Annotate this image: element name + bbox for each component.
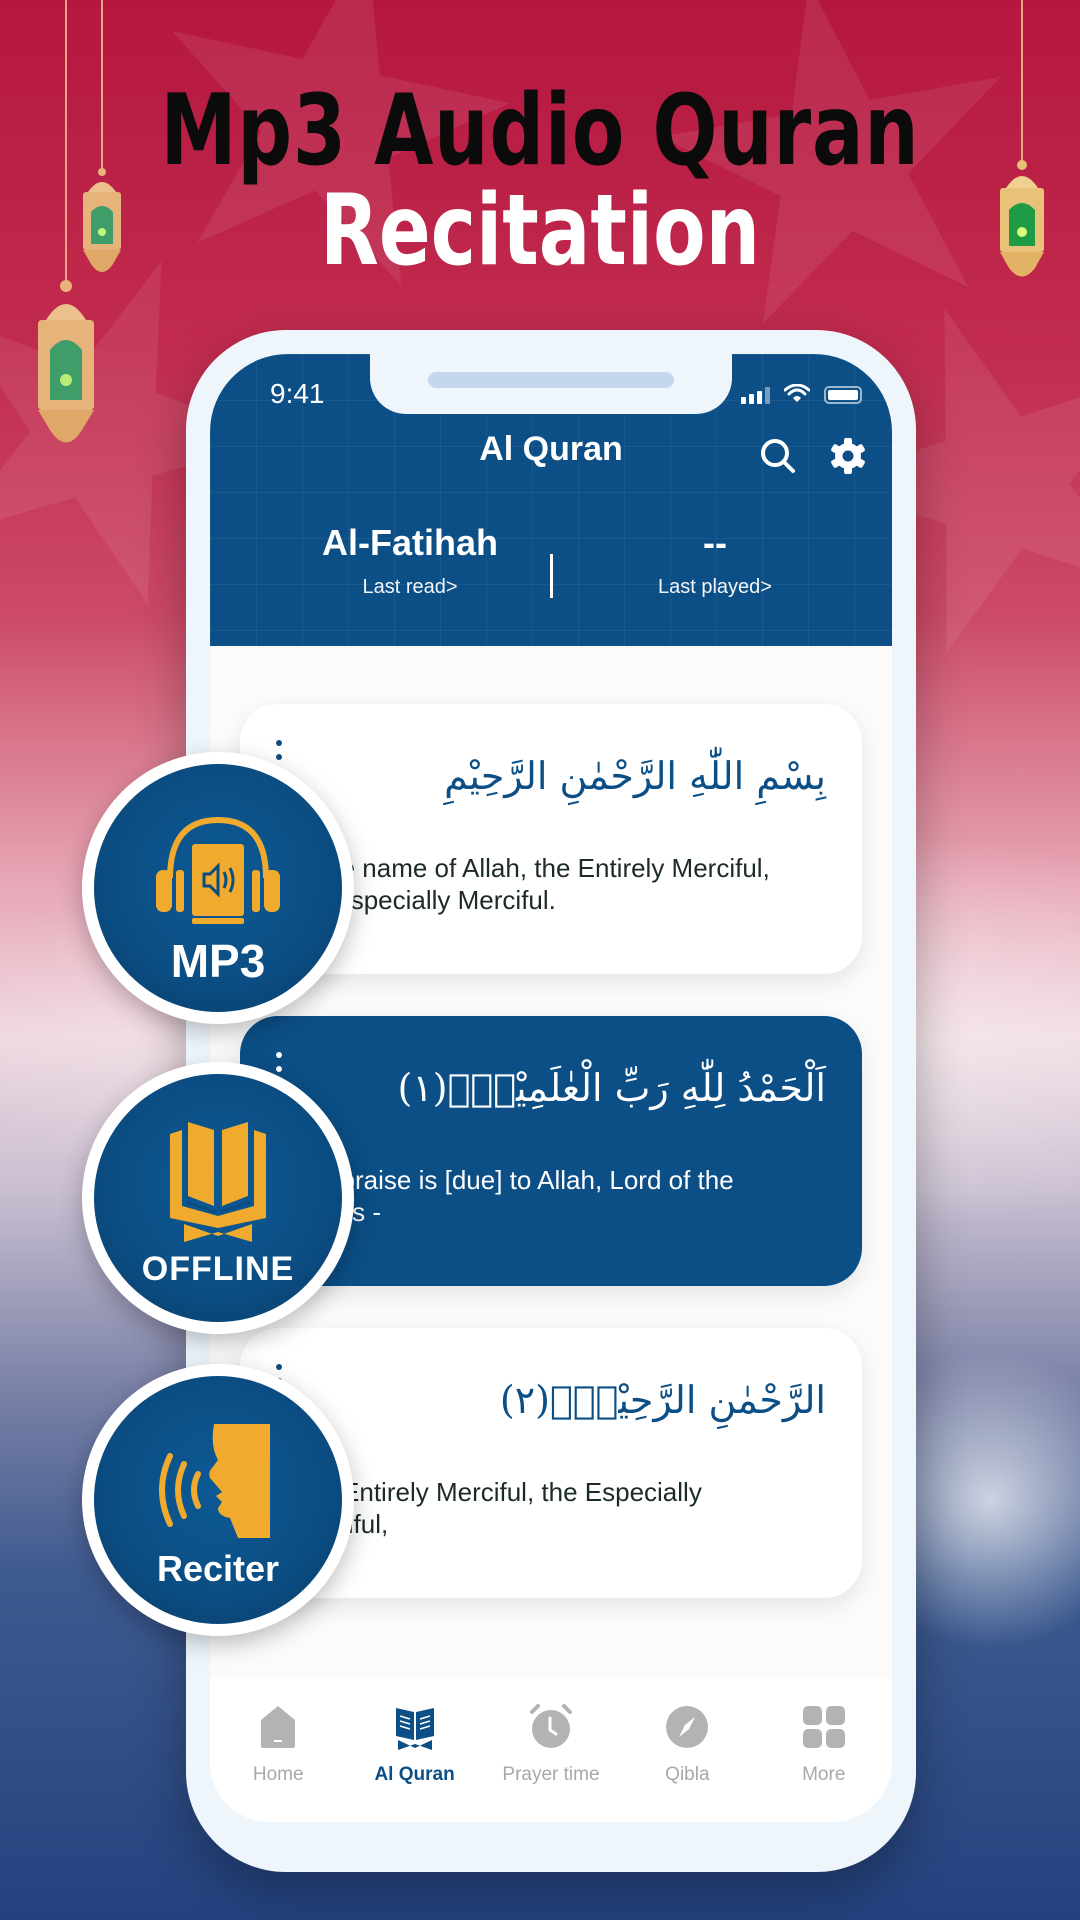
badge-label: Reciter [156, 1548, 280, 1589]
promo-headline: Mp3 Audio Quran Recitation [119, 82, 961, 280]
nav-item-al-quran[interactable]: Al Quran [350, 1702, 480, 1786]
last-played-label: Last played> [658, 576, 772, 598]
last-played-surah: -- [703, 522, 727, 563]
verse-arabic: بِسْمِ اللّٰهِ الرَّحْمٰنِ الرَّحِيْمِ [444, 754, 826, 798]
feature-badge-offline: OFFLINE [82, 1062, 354, 1334]
lantern-right [994, 0, 1050, 290]
grid-icon [802, 1706, 845, 1748]
last-read-label: Last read> [362, 576, 458, 598]
verse-translation: In the name of Allah, the Entirely Merci… [290, 853, 770, 915]
nav-label: More [802, 1764, 846, 1785]
wifi-icon [784, 384, 810, 402]
nav-label: Qibla [665, 1764, 710, 1785]
last-read-button[interactable]: Al-Fatihah Last read> [290, 522, 530, 599]
home-icon [261, 1706, 296, 1748]
quran-book-icon [395, 1708, 434, 1750]
nav-item-home[interactable]: Home [213, 1702, 343, 1786]
lantern-icon [1000, 160, 1044, 277]
speaking-head-icon [159, 1424, 270, 1538]
header-divider [550, 554, 553, 598]
feature-badge-mp3: MP3 [82, 752, 354, 1024]
status-icons [741, 384, 862, 404]
nav-label: Home [252, 1764, 304, 1785]
search-icon[interactable] [758, 436, 798, 476]
verse-arabic: اَلْحَمْدُ لِلّٰهِ رَبِّ الْعٰلَمِيْنَۙ(… [397, 1066, 826, 1110]
open-quran-icon [170, 1122, 266, 1242]
last-played-button[interactable]: -- Last played> [590, 522, 840, 599]
nav-item-qibla[interactable]: Qibla [622, 1702, 752, 1786]
badge-label: OFFLINE [141, 1250, 295, 1288]
verse-translation: The Entirely Merciful, the Especially Me… [290, 1477, 702, 1539]
alarm-clock-icon [529, 1704, 572, 1748]
gear-icon[interactable] [828, 436, 868, 476]
status-time: 9:41 [270, 378, 325, 409]
phone-speaker [428, 372, 674, 388]
bottom-nav: Home Al Quran Prayer time Qibla More [210, 1678, 892, 1822]
signal-icon [741, 387, 770, 404]
compass-icon [666, 1706, 709, 1748]
verse-translation: [All] praise is [due] to Allah, Lord of … [290, 1165, 734, 1227]
nav-item-more[interactable]: More [759, 1702, 889, 1786]
phone-screen: 9:41 Al Quran Al-Fatihah Last read> -- L… [210, 354, 892, 1822]
battery-icon [824, 386, 862, 404]
nav-label: Al Quran [374, 1764, 455, 1785]
feature-badge-reciter: Reciter [82, 1364, 354, 1636]
headline-line-2: Recitation [319, 174, 761, 288]
badge-label: MP3 [170, 935, 266, 987]
audiobook-headphones-icon [156, 816, 280, 924]
headline-line-1: Mp3 Audio Quran [160, 74, 920, 188]
last-read-surah: Al-Fatihah [322, 522, 498, 563]
nav-item-prayer-time[interactable]: Prayer time [486, 1702, 616, 1786]
lantern-icon [38, 280, 94, 443]
verse-arabic: الرَّحْمٰنِ الرَّحِيْمِۙ(٢) [499, 1378, 826, 1422]
nav-label: Prayer time [502, 1764, 600, 1785]
